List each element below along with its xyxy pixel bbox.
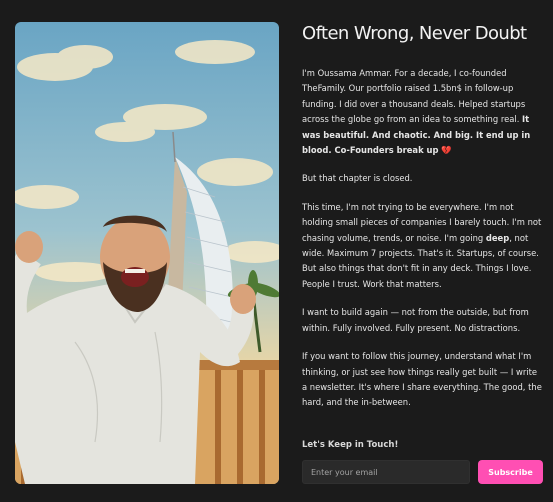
paragraph-build: I want to build again — not from the out… xyxy=(302,307,529,333)
email-input[interactable] xyxy=(302,460,470,484)
paragraph-background: I'm Oussama Ammar. For a decade, I co-fo… xyxy=(302,66,544,158)
subscribe-button[interactable]: Subscribe xyxy=(478,460,543,484)
paragraph-newsletter: If you want to follow this journey, unde… xyxy=(302,351,542,408)
paragraph-text: I'm Oussama Ammar. For a decade, I co-fo… xyxy=(302,68,526,125)
signup-heading: Let's Keep in Touch! xyxy=(302,440,399,450)
paragraph-closed: But that chapter is closed. xyxy=(302,173,413,184)
intro-text: I'm Oussama Ammar. For a decade, I co-fo… xyxy=(302,66,544,424)
hero-illustration xyxy=(15,22,279,484)
paragraph-approach: This time, I'm not trying to be everywhe… xyxy=(302,200,544,292)
intro-section: Often Wrong, Never Doubt I'm Oussama Amm… xyxy=(302,22,544,484)
paragraph-emphasis: deep xyxy=(485,232,510,243)
broken-heart-icon: 💔 xyxy=(441,145,452,156)
page-title: Often Wrong, Never Doubt xyxy=(302,23,527,44)
